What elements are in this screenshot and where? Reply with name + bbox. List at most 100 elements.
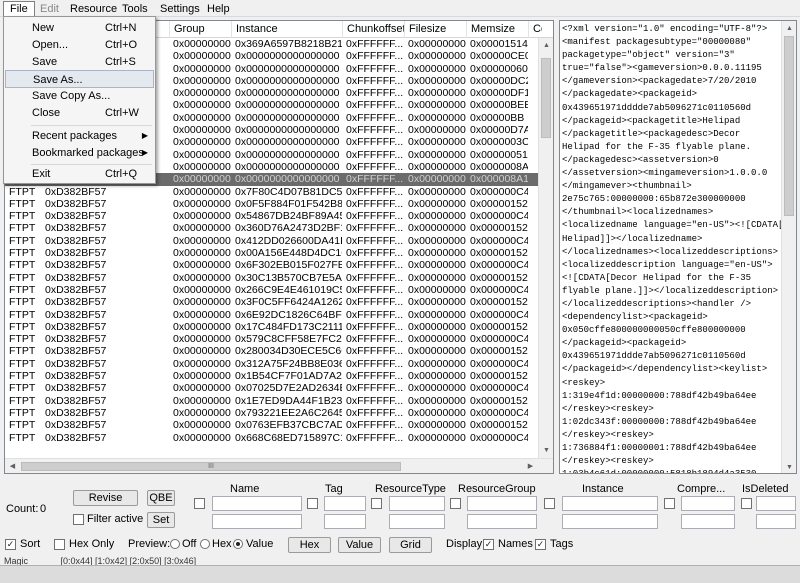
scroll-right-icon[interactable]: ▶ [523, 459, 538, 473]
display-names-checkbox[interactable]: ✓ [483, 539, 494, 550]
column-header-group[interactable]: Group [169, 21, 231, 38]
filter-instance-field[interactable] [562, 496, 658, 511]
table-row[interactable]: FTPT 0xD382BF57 0x00000000 0x00A156E448D4DC… [5, 247, 541, 259]
filter-resourcegroup-field[interactable] [467, 496, 537, 511]
table-row[interactable]: FTPT 0xD382BF57 0x00000000 0x0763EFB37CBC7A… [5, 419, 541, 431]
table-row[interactable]: FTPT 0xD382BF57 0x00000000 0x312A75F24BB8E0… [5, 358, 541, 370]
table-row[interactable]: FTPT 0xD382BF57 0x00000000 0x793221EE2A6C26… [5, 407, 541, 419]
scroll-down-icon[interactable]: ▼ [539, 443, 553, 458]
grid-button[interactable]: Grid [389, 537, 432, 553]
menu-item-save[interactable]: Save Ctrl+S [5, 53, 154, 71]
table-row[interactable]: FTPT 0xD382BF57 0x00000000 0x360D76A2473D2B… [5, 222, 541, 234]
hex-only-checkbox[interactable] [54, 539, 65, 550]
filter-name-checkbox[interactable] [194, 498, 205, 509]
filter-resourcegroup-value-field[interactable] [467, 514, 537, 529]
menu-item-exit[interactable]: Exit Ctrl+Q [5, 165, 154, 183]
preview-hex-radio[interactable] [200, 539, 210, 549]
table-row[interactable]: FTPT 0xD382BF57 0x00000000 0x668C68ED715897… [5, 432, 541, 444]
filter-isdeleted-field[interactable] [756, 496, 796, 511]
menu-item-open[interactable]: Open... Ctrl+O [5, 36, 154, 54]
cell-group: 0x00000000 [173, 222, 231, 235]
table-row[interactable]: FTPT 0xD382BF57 0x00000000 0x1B54CF7F01AD7A… [5, 370, 541, 382]
column-header-instance[interactable]: Instance [231, 21, 342, 38]
table-row[interactable]: FTPT 0xD382BF57 0x00000000 0x30C13B570CB7E5… [5, 272, 541, 284]
sort-checkbox[interactable]: ✓ [5, 539, 16, 550]
menu-help[interactable]: Help [201, 2, 236, 16]
preview-value-radio[interactable] [233, 539, 243, 549]
filter-resourcetype-field[interactable] [389, 496, 445, 511]
set-button[interactable]: Set [147, 512, 175, 528]
menu-item-recent-packages[interactable]: Recent packages ▶ [5, 127, 154, 145]
table-row[interactable]: FTPT 0xD382BF57 0x00000000 0x6F302EB015F027… [5, 259, 541, 271]
table-row[interactable]: FTPT 0xD382BF57 0x00000000 0x07025D7E2AD263… [5, 382, 541, 394]
menu-resource[interactable]: Resource [64, 2, 123, 16]
menu-item-close[interactable]: Close Ctrl+W [5, 104, 154, 122]
cell-group: 0x00000000 [173, 210, 231, 223]
filter-resourcegroup-checkbox[interactable] [450, 498, 461, 509]
scroll-up-icon[interactable]: ▲ [782, 21, 796, 36]
menu-file[interactable]: File [3, 1, 35, 17]
table-row[interactable]: FTPT 0xD382BF57 0x00000000 0x54867DB24BF89A… [5, 210, 541, 222]
hex-button[interactable]: Hex [288, 537, 331, 553]
menu-item-save-as[interactable]: Save As... [5, 70, 154, 88]
filter-resourcetype-value-field[interactable] [389, 514, 445, 529]
table-row[interactable]: FTPT 0xD382BF57 0x00000000 0x266C9E4E461019… [5, 284, 541, 296]
cell-memsize: 0x00000152 [470, 247, 528, 260]
filter-compressed-field[interactable] [681, 496, 735, 511]
filter-instance-checkbox[interactable] [544, 498, 555, 509]
menu-tools[interactable]: Tools [116, 2, 154, 16]
column-header-compression[interactable]: Co [528, 21, 542, 38]
table-row[interactable]: FTPT 0xD382BF57 0x00000000 0x280034D30ECE5C… [5, 345, 541, 357]
cell-instance: 0x0000000000000000 [235, 50, 340, 63]
preview-off-radio[interactable] [170, 539, 180, 549]
table-row[interactable]: FTPT 0xD382BF57 0x00000000 0x0F5F884F01F542… [5, 198, 541, 210]
table-row[interactable]: FTPT 0xD382BF57 0x00000000 0x17C484FD173C21… [5, 321, 541, 333]
filter-compressed-value-field[interactable] [681, 514, 735, 529]
column-header-filesize[interactable]: Filesize [404, 21, 466, 38]
scroll-down-icon[interactable]: ▼ [782, 460, 796, 473]
grid-horizontal-scroll-thumb[interactable]: III [21, 462, 401, 471]
menu-item-bookmarked-packages[interactable]: Bookmarked packages ▶ [5, 144, 154, 162]
scroll-up-icon[interactable]: ▲ [539, 38, 553, 53]
value-button[interactable]: Value [338, 537, 381, 553]
cell-filesize: 0x00000000 [408, 320, 466, 333]
grid-horizontal-scrollbar[interactable]: ◀ III ▶ [5, 458, 553, 473]
cell-type: 0xD382BF57 [45, 210, 107, 223]
menu-settings[interactable]: Settings [154, 2, 206, 16]
cell-tag: FTPT [9, 296, 36, 309]
display-tags-checkbox[interactable]: ✓ [535, 539, 546, 550]
filter-isdeleted-checkbox[interactable] [741, 498, 752, 509]
filter-isdeleted-value-field[interactable] [756, 514, 796, 529]
xml-vertical-scrollbar[interactable]: ▲ ▼ [781, 21, 796, 473]
table-row[interactable]: FTPT 0xD382BF57 0x00000000 0x579C8CFF58E7FC… [5, 333, 541, 345]
filter-tag-field[interactable] [324, 496, 366, 511]
filter-name-value-field[interactable] [212, 514, 302, 529]
xml-preview-pane[interactable]: <?xml version="1.0" encoding="UTF-8"?> <m… [559, 20, 797, 474]
filter-active-checkbox[interactable] [73, 514, 84, 525]
menu-edit[interactable]: Edit [34, 2, 65, 16]
filter-instance-value-field[interactable] [562, 514, 658, 529]
table-row[interactable]: FTPT 0xD382BF57 0x00000000 0x7F80C4D07B81DC… [5, 186, 541, 198]
grid-vertical-scroll-thumb[interactable] [541, 58, 551, 138]
column-header-memsize[interactable]: Memsize [466, 21, 528, 38]
column-header-chunkoffset[interactable]: Chunkoffset [342, 21, 404, 38]
xml-vertical-scroll-thumb[interactable] [784, 36, 794, 216]
filter-compressed-checkbox[interactable] [664, 498, 675, 509]
filter-name-field[interactable] [212, 496, 302, 511]
table-row[interactable]: FTPT 0xD382BF57 0x00000000 0x6E92DC1826C64B… [5, 309, 541, 321]
filter-resourcetype-checkbox[interactable] [371, 498, 382, 509]
table-row[interactable]: FTPT 0xD382BF57 0x00000000 0x3F0C5FF6424A12… [5, 296, 541, 308]
cell-filesize: 0x00000000 [408, 87, 466, 100]
revise-button[interactable]: Revise [73, 490, 138, 506]
cell-group: 0x00000000 [173, 296, 231, 309]
qbe-button[interactable]: QBE [147, 490, 175, 506]
grid-vertical-scrollbar[interactable]: ▲ ▼ [538, 38, 553, 458]
filter-tag-checkbox[interactable] [307, 498, 318, 509]
display-label: Display: [446, 538, 486, 550]
menu-item-save-copy-as[interactable]: Save Copy As... [5, 87, 154, 105]
filter-tag-value-field[interactable] [324, 514, 366, 529]
table-row[interactable]: FTPT 0xD382BF57 0x00000000 0x412DD026600DA4… [5, 235, 541, 247]
table-row[interactable]: FTPT 0xD382BF57 0x00000000 0x1E7ED9DA44F1B2… [5, 395, 541, 407]
scroll-left-icon[interactable]: ◀ [5, 459, 20, 473]
menu-item-new[interactable]: New Ctrl+N [5, 19, 154, 37]
